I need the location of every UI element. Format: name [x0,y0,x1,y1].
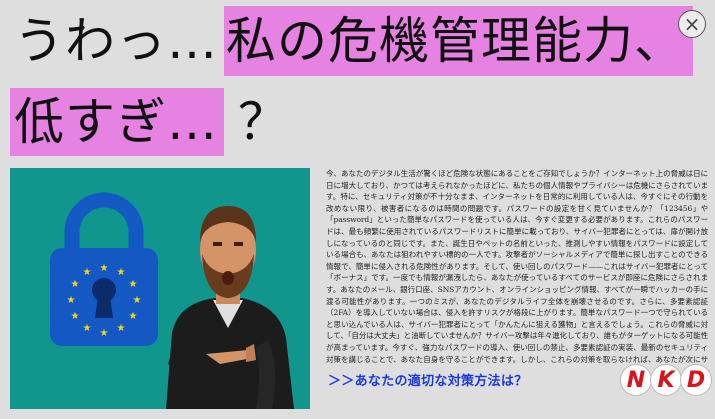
headline-question-mark: ？ [238,93,289,151]
svg-text:★: ★ [83,323,92,334]
nkd-logo[interactable]: N K D [621,363,711,397]
svg-text:★: ★ [117,323,126,334]
logo-letter-n: N [621,365,651,395]
svg-text:★: ★ [100,328,109,339]
headline-prefix: うわっ… [14,12,218,70]
headline-line-2: 低すぎ… ？ [10,88,289,156]
cta-link[interactable]: ＞＞あなたの適切な対策方法は？ [328,370,528,389]
ad-illustration[interactable]: ★ ★ ★ ★ ★ ★ ★ ★ ★ ★ ★ ★ [10,168,310,409]
svg-text:★: ★ [129,311,138,322]
article-body: 今、あなたのデジタル生活が驚くほど危険な状態にあることをご存知でしょうか？インタ… [326,169,708,364]
svg-text:★: ★ [67,295,76,306]
illustration-svg: ★ ★ ★ ★ ★ ★ ★ ★ ★ ★ ★ ★ [50,192,294,409]
svg-text:★: ★ [100,263,109,274]
headline-highlight-2: 低すぎ… [10,88,224,156]
headline-highlight-1: 私の危機管理能力、 [224,6,693,76]
svg-text:★: ★ [83,267,92,278]
svg-text:★: ★ [117,267,126,278]
close-icon: × [683,12,701,36]
logo-letter-d: D [681,365,711,395]
svg-text:★: ★ [129,279,138,290]
bearded-man-figure [166,206,294,409]
headline-line-1: うわっ… 私の危機管理能力、 [14,6,693,76]
svg-text:★: ★ [71,279,80,290]
close-button[interactable]: × [678,10,706,38]
svg-text:★: ★ [71,311,80,322]
svg-text:★: ★ [133,295,142,306]
headline: うわっ… 私の危機管理能力、 低すぎ… ？ [0,0,715,160]
logo-letter-k: K [651,365,681,395]
